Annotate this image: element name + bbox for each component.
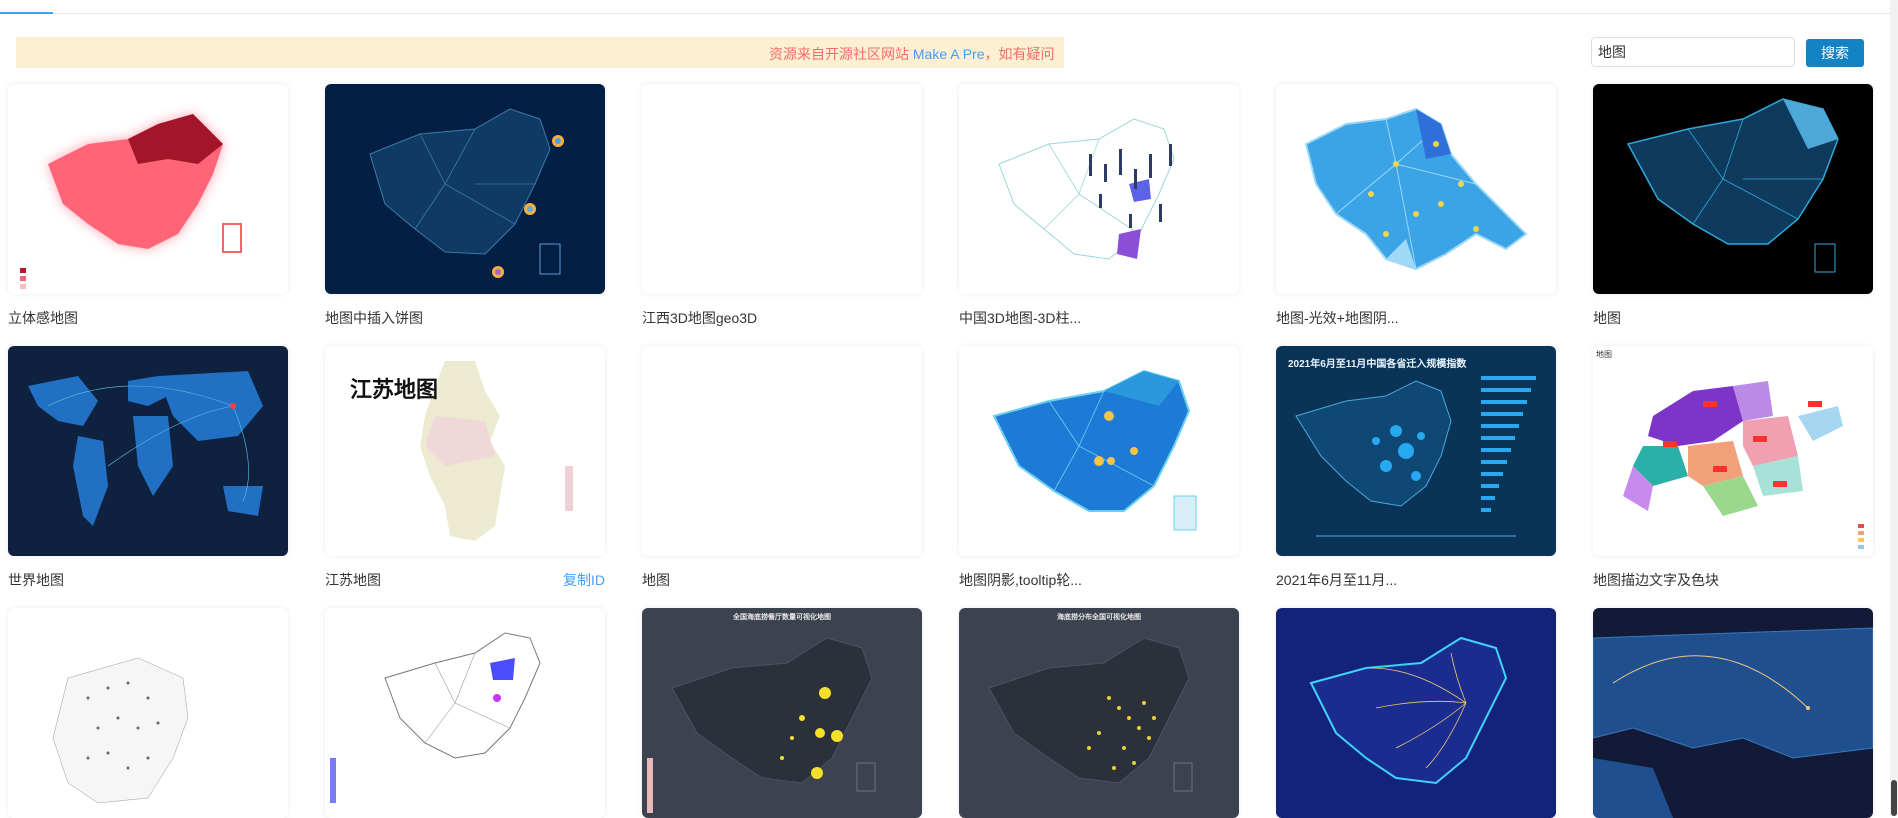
- card-thumbnail[interactable]: 地图: [1593, 346, 1873, 556]
- thumbnail-overlay-title: 江苏地图: [350, 377, 439, 402]
- card-title: 江苏地图: [325, 572, 381, 588]
- map-card[interactable]: 地图-光效+地图阴...: [1276, 84, 1556, 326]
- map-card[interactable]: 立体感地图: [8, 84, 288, 326]
- map-card[interactable]: 海底捞分布全国可视化地图: [959, 608, 1239, 818]
- card-title: 立体感地图: [8, 310, 78, 326]
- card-thumbnail[interactable]: 2021年6月至11月中国各省迁入规模指数: [1276, 346, 1556, 556]
- card-thumbnail[interactable]: [1593, 608, 1873, 818]
- card-thumbnail[interactable]: 江苏地图: [325, 346, 605, 556]
- map-card[interactable]: [325, 608, 605, 818]
- map-card[interactable]: 地图阴影,tooltip轮...: [959, 346, 1239, 588]
- map-card[interactable]: [1593, 608, 1873, 818]
- map-card[interactable]: 地图: [1593, 84, 1873, 326]
- card-title: 地图中插入饼图: [325, 310, 423, 326]
- card-thumbnail[interactable]: [959, 346, 1239, 556]
- card-thumbnail[interactable]: [642, 346, 922, 556]
- map-card[interactable]: 地图: [642, 346, 922, 588]
- card-title: 江西3D地图geo3D: [642, 310, 758, 326]
- thumbnail-overlay-title: 海底捞分布全国可视化地图: [1057, 614, 1141, 621]
- card-thumbnail[interactable]: [325, 608, 605, 818]
- map-card[interactable]: 地图 地图描边文字及色块: [1593, 346, 1873, 588]
- map-card[interactable]: 江西3D地图geo3D: [642, 84, 922, 326]
- card-title: 地图阴影,tooltip轮...: [959, 572, 1082, 588]
- notice-link[interactable]: Make A Pre: [913, 46, 985, 62]
- top-tab-bar: [0, 0, 1898, 14]
- card-thumbnail[interactable]: [8, 608, 288, 818]
- active-tab-indicator: [0, 12, 53, 14]
- card-thumbnail[interactable]: [959, 84, 1239, 294]
- scrollbar-thumb[interactable]: [1891, 780, 1897, 816]
- map-card[interactable]: 中国3D地图-3D柱...: [959, 84, 1239, 326]
- notice-text: 资源来自开源社区网站 Make A Pre，如有疑问: [769, 44, 1054, 64]
- card-title: 地图: [642, 572, 670, 588]
- map-card[interactable]: 2021年6月至11月中国各省迁入规模指数 2021年6月至11月...: [1276, 346, 1556, 588]
- card-thumbnail[interactable]: [1276, 84, 1556, 294]
- scrollbar[interactable]: [1890, 0, 1898, 816]
- map-card[interactable]: 全国海底捞餐厅数量可视化地图: [642, 608, 922, 818]
- search-input[interactable]: [1591, 37, 1795, 67]
- copy-id-button[interactable]: 复制ID: [563, 570, 605, 590]
- thumbnail-overlay-title: 地图: [1596, 350, 1612, 359]
- card-title: 地图: [1593, 310, 1621, 326]
- card-title: 地图-光效+地图阴...: [1276, 310, 1399, 326]
- card-title: 世界地图: [8, 572, 64, 588]
- search-button[interactable]: 搜索: [1806, 39, 1864, 67]
- map-card[interactable]: [1276, 608, 1556, 818]
- map-card[interactable]: 世界地图: [8, 346, 288, 588]
- card-thumbnail[interactable]: 全国海底捞餐厅数量可视化地图: [642, 608, 922, 818]
- thumbnail-overlay-title: 全国海底捞餐厅数量可视化地图: [733, 614, 831, 621]
- notice-suffix: ，如有疑问: [984, 46, 1055, 62]
- card-thumbnail[interactable]: [325, 84, 605, 294]
- notice-banner: 资源来自开源社区网站 Make A Pre，如有疑问: [16, 37, 1064, 68]
- card-title: 2021年6月至11月...: [1276, 572, 1398, 588]
- notice-prefix: 资源来自开源社区网站: [769, 46, 913, 62]
- card-thumbnail[interactable]: [8, 84, 288, 294]
- card-thumbnail[interactable]: [1276, 608, 1556, 818]
- card-thumbnail[interactable]: [642, 84, 922, 294]
- card-thumbnail[interactable]: [1593, 84, 1873, 294]
- map-card[interactable]: 地图中插入饼图: [325, 84, 605, 326]
- card-title: 中国3D地图-3D柱...: [959, 310, 1082, 326]
- thumbnail-overlay-title: 2021年6月至11月中国各省迁入规模指数: [1288, 359, 1467, 370]
- card-thumbnail[interactable]: 海底捞分布全国可视化地图: [959, 608, 1239, 818]
- map-card[interactable]: 江苏地图 江苏地图 复制ID: [325, 346, 605, 588]
- card-thumbnail[interactable]: [8, 346, 288, 556]
- card-title: 地图描边文字及色块: [1593, 572, 1719, 588]
- map-card[interactable]: [8, 608, 288, 818]
